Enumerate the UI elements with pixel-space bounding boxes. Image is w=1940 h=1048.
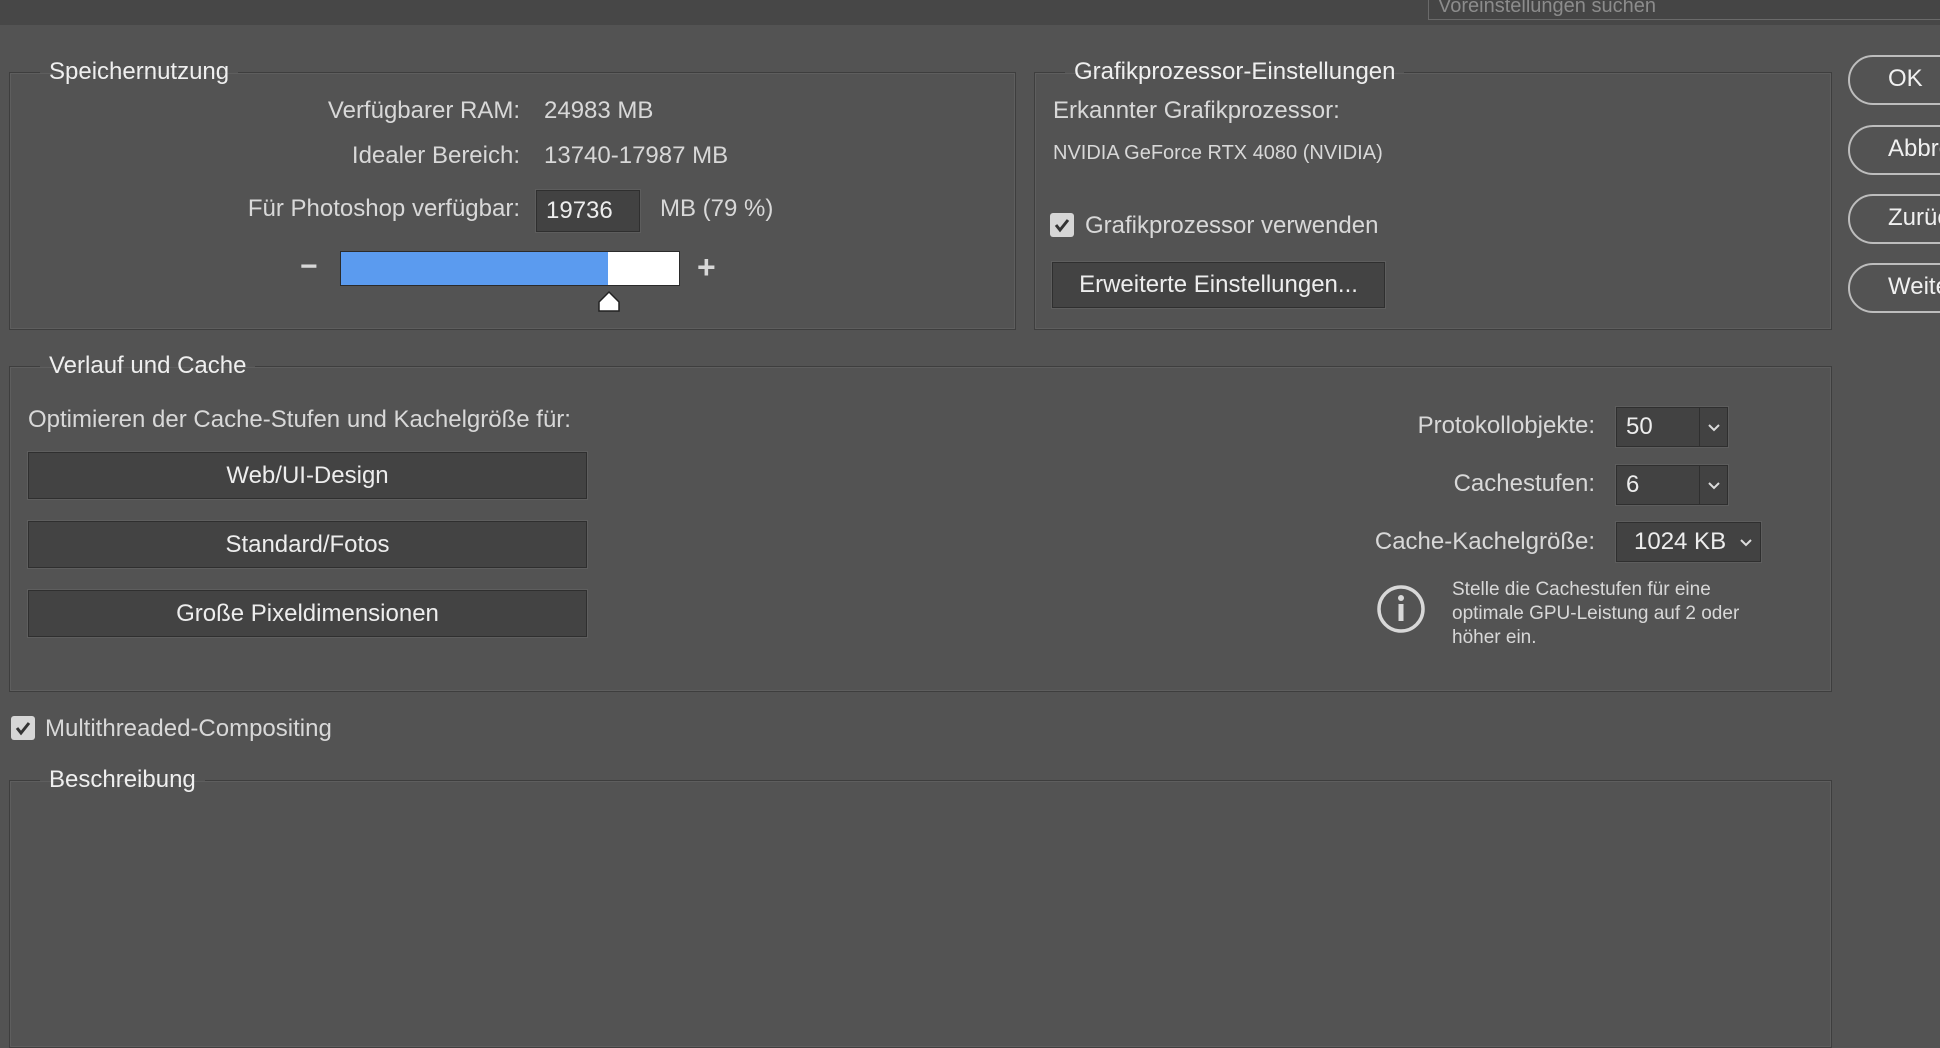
detected-gpu-value: NVIDIA GeForce RTX 4080 (NVIDIA): [1053, 142, 1383, 164]
history-states-label: Protokollobjekte:: [1417, 412, 1595, 439]
memory-usage-title: Speichernutzung: [49, 58, 230, 85]
cache-levels-label: Cachestufen:: [1453, 470, 1595, 497]
photoshop-available-label: Für Photoshop verfügbar:: [247, 195, 520, 222]
optimize-cache-label: Optimieren der Cache-Stufen und Kachelgr…: [28, 406, 571, 433]
ideal-range-label: Idealer Bereich:: [351, 142, 520, 169]
memory-slider-track[interactable]: [340, 251, 680, 286]
info-line-2: optimale GPU-Leistung auf 2 oder: [1452, 603, 1740, 624]
cancel-button[interactable]: Abbrechen: [1848, 125, 1940, 175]
photoshop-memory-unit: MB (79 %): [660, 195, 774, 222]
gpu-settings-title: Grafikprozessor-Einstellungen: [1074, 58, 1396, 85]
tile-size-value: 1024 KB: [1634, 528, 1727, 555]
info-icon: [1377, 585, 1425, 633]
cache-levels-select[interactable]: 6: [1616, 465, 1728, 505]
checkmark-icon: [15, 722, 31, 736]
memory-increase-button[interactable]: +: [697, 249, 716, 286]
tile-size-label: Cache-Kachelgröße:: [1374, 528, 1595, 555]
history-cache-title: Verlauf und Cache: [49, 352, 247, 379]
large-pixel-dimensions-button[interactable]: Große Pixeldimensionen: [28, 590, 587, 637]
standard-photos-button[interactable]: Standard/Fotos: [28, 521, 587, 568]
use-gpu-label: Grafikprozessor verwenden: [1085, 212, 1379, 239]
tile-size-select[interactable]: 1024 KB: [1616, 522, 1761, 562]
detected-gpu-label: Erkannter Grafikprozessor:: [1053, 97, 1340, 124]
multithreaded-compositing-checkbox[interactable]: [11, 716, 35, 740]
cache-levels-value: 6: [1626, 471, 1640, 498]
history-states-value: 50: [1626, 413, 1653, 440]
memory-slider-thumb[interactable]: [597, 290, 621, 314]
chevron-down-icon[interactable]: [1699, 466, 1727, 504]
available-ram-value: 24983 MB: [544, 97, 654, 124]
chevron-down-icon[interactable]: [1732, 523, 1760, 561]
history-states-select[interactable]: 50: [1616, 407, 1728, 447]
ideal-range-value: 13740-17987 MB: [544, 142, 729, 169]
checkmark-icon: [1054, 219, 1070, 233]
use-gpu-checkbox[interactable]: [1050, 213, 1074, 237]
next-button[interactable]: Weiter: [1848, 263, 1940, 313]
reset-button[interactable]: Zurück: [1848, 194, 1940, 244]
photoshop-memory-input[interactable]: 19736: [536, 190, 640, 232]
web-ui-design-button[interactable]: Web/UI-Design: [28, 452, 587, 499]
description-group: Beschreibung: [9, 766, 1832, 1048]
ok-button[interactable]: OK: [1848, 55, 1940, 105]
chevron-down-icon[interactable]: [1699, 408, 1727, 446]
advanced-settings-button[interactable]: Erweiterte Einstellungen...: [1052, 262, 1385, 308]
top-bar: Voreinstellungen suchen: [0, 0, 1940, 25]
memory-slider-fill: [341, 252, 609, 285]
memory-decrease-button[interactable]: −: [300, 250, 318, 284]
description-title: Beschreibung: [49, 766, 196, 793]
gpu-cache-info-text: Stelle die Cachestufen für eine optimale…: [1452, 578, 1739, 650]
info-line-1: Stelle die Cachestufen für eine: [1452, 579, 1711, 600]
info-line-3: höher ein.: [1452, 627, 1537, 648]
preferences-search-input[interactable]: Voreinstellungen suchen: [1428, 0, 1940, 20]
multithreaded-compositing-label: Multithreaded-Compositing: [45, 715, 332, 742]
available-ram-label: Verfügbarer RAM:: [327, 97, 520, 124]
